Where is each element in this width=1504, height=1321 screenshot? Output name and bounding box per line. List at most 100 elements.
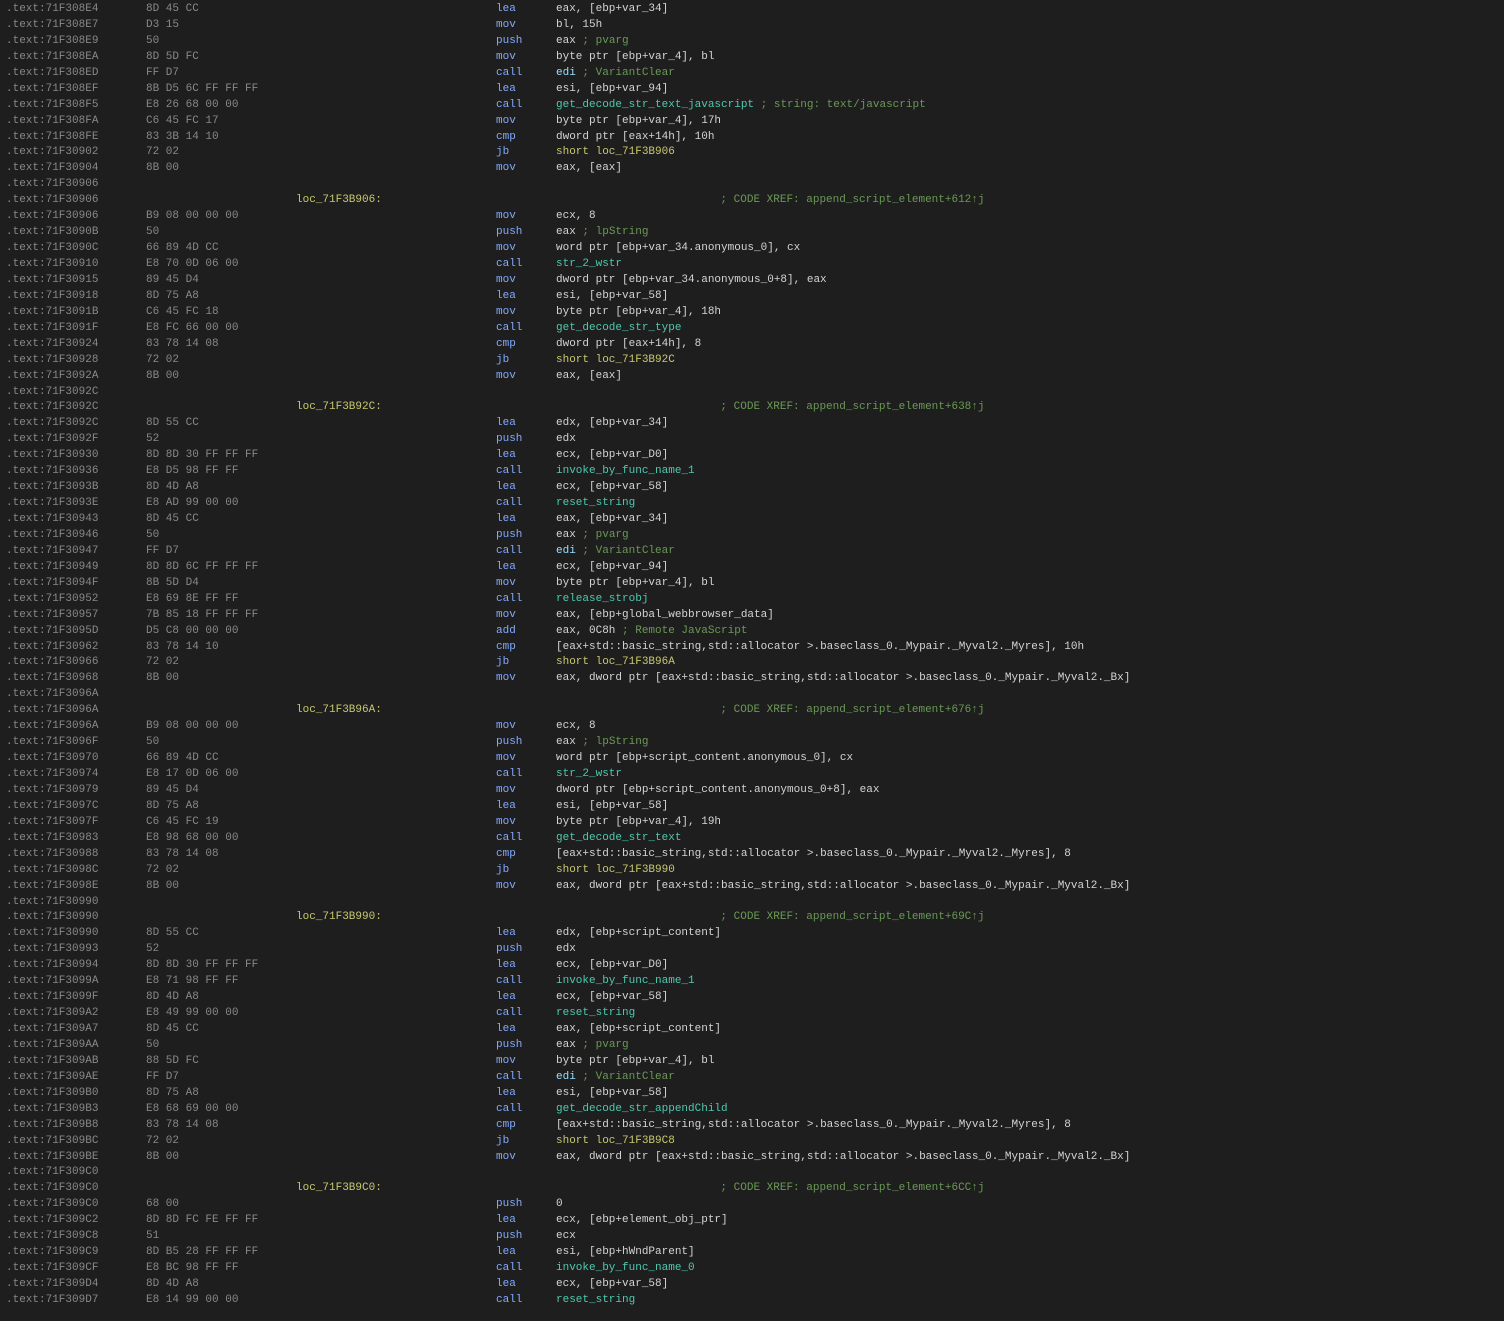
- disasm-line[interactable]: .text:71F309438D 45 CCleaeax, [ebp+var_3…: [4, 512, 1500, 528]
- disasm-line[interactable]: .text:71F309C851pushecx: [4, 1229, 1500, 1245]
- disasm-line[interactable]: .text:71F3096F50pusheax ; lpString: [4, 735, 1500, 751]
- disasm-line[interactable]: .text:71F308EF8B D5 6C FF FF FFleaesi, […: [4, 82, 1500, 98]
- disasm-line[interactable]: .text:71F3097989 45 D4movdword ptr [ebp+…: [4, 783, 1500, 799]
- bytes-col: 83 78 14 08: [146, 1118, 296, 1134]
- disasm-line[interactable]: .text:71F3092483 78 14 08cmpdword ptr [e…: [4, 337, 1500, 353]
- bytes-col: 8D 4D A8: [146, 990, 296, 1006]
- disasm-line[interactable]: .text:71F3092C: [4, 385, 1500, 401]
- disasm-line[interactable]: .text:71F3099352pushedx: [4, 942, 1500, 958]
- disasm-line[interactable]: .text:71F3098E8B 00moveax, dword ptr [ea…: [4, 879, 1500, 895]
- disasm-line[interactable]: .text:71F3096283 78 14 10cmp[eax+std::ba…: [4, 640, 1500, 656]
- disasm-line[interactable]: .text:71F309CFE8 BC 98 FF FFcallinvoke_b…: [4, 1261, 1500, 1277]
- disasm-line[interactable]: .text:71F3099F8D 4D A8leaecx, [ebp+var_5…: [4, 990, 1500, 1006]
- disasm-line[interactable]: .text:71F309B3E8 68 69 00 00callget_deco…: [4, 1102, 1500, 1118]
- disasm-line[interactable]: .text:71F308F5E8 26 68 00 00callget_deco…: [4, 98, 1500, 114]
- bytes-col: FF D7: [146, 544, 296, 560]
- disasm-line[interactable]: .text:71F308EA8D 5D FCmovbyte ptr [ebp+v…: [4, 50, 1500, 66]
- disasm-line[interactable]: .text:71F309A78D 45 CCleaeax, [ebp+scrip…: [4, 1022, 1500, 1038]
- disasm-line[interactable]: .text:71F3097066 89 4D CCmovword ptr [eb…: [4, 751, 1500, 767]
- disasm-line[interactable]: .text:71F308FE83 3B 14 10cmpdword ptr [e…: [4, 130, 1500, 146]
- disasm-line[interactable]: .text:71F3097C8D 75 A8leaesi, [ebp+var_5…: [4, 799, 1500, 815]
- disasm-line[interactable]: .text:71F309B883 78 14 08cmp[eax+std::ba…: [4, 1118, 1500, 1134]
- operands-col: eax ; pvarg: [556, 528, 1498, 544]
- disasm-line[interactable]: .text:71F30947FF D7calledi ; VariantClea…: [4, 544, 1500, 560]
- disasm-line[interactable]: .text:71F309C068 00push0: [4, 1197, 1500, 1213]
- operand-generic: [eax+std::basic_string,std::allocator >.…: [556, 1119, 1071, 1131]
- disasm-line[interactable]: .text:71F309A2E8 49 99 00 00callreset_st…: [4, 1006, 1500, 1022]
- disasm-line[interactable]: .text:71F3098883 78 14 08cmp[eax+std::ba…: [4, 847, 1500, 863]
- operand-generic: dword ptr [eax+14h], 8: [556, 338, 701, 350]
- disasm-line[interactable]: .text:71F30974E8 17 0D 06 00callstr_2_ws…: [4, 767, 1500, 783]
- disasm-line[interactable]: .text:71F30983E8 98 68 00 00callget_deco…: [4, 831, 1500, 847]
- disasm-line[interactable]: .text:71F309308D 8D 30 FF FF FFleaecx, […: [4, 448, 1500, 464]
- disasm-line[interactable]: .text:71F30906loc_71F3B906: ; CODE XREF:…: [4, 193, 1500, 209]
- disasm-line[interactable]: .text:71F3093EE8 AD 99 00 00callreset_st…: [4, 496, 1500, 512]
- disasm-line[interactable]: .text:71F30906: [4, 177, 1500, 193]
- disasm-line[interactable]: .text:71F3099AE8 71 98 FF FFcallinvoke_b…: [4, 974, 1500, 990]
- disasm-line[interactable]: .text:71F3098C72 02jbshort loc_71F3B990: [4, 863, 1500, 879]
- label-col: [296, 1197, 496, 1213]
- disasm-line[interactable]: .text:71F309908D 55 CCleaedx, [ebp+scrip…: [4, 926, 1500, 942]
- disasm-line[interactable]: .text:71F309C0: [4, 1165, 1500, 1181]
- disasm-line[interactable]: .text:71F3092C8D 55 CCleaedx, [ebp+var_3…: [4, 416, 1500, 432]
- bytes-col: D3 15: [146, 18, 296, 34]
- operands-col: dword ptr [ebp+script_content.anonymous_…: [556, 783, 1498, 799]
- mnem-col: lea: [496, 2, 556, 18]
- disasm-line[interactable]: .text:71F3093B8D 4D A8leaecx, [ebp+var_5…: [4, 480, 1500, 496]
- disasm-line[interactable]: .text:71F3097FC6 45 FC 19movbyte ptr [eb…: [4, 815, 1500, 831]
- operands-col: byte ptr [ebp+var_4], 18h: [556, 305, 1498, 321]
- disasm-line[interactable]: .text:71F309498D 8D 6C FF FF FFleaecx, […: [4, 560, 1500, 576]
- disasm-line[interactable]: .text:71F30990: [4, 895, 1500, 911]
- bytes-col: [146, 910, 296, 926]
- disasm-line[interactable]: .text:71F3091589 45 D4movdword ptr [ebp+…: [4, 273, 1500, 289]
- disasm-line[interactable]: .text:71F309948D 8D 30 FF FF FFleaecx, […: [4, 958, 1500, 974]
- bytes-col: 8B 00: [146, 369, 296, 385]
- disasm-line[interactable]: .text:71F309C98D B5 28 FF FF FFleaesi, […: [4, 1245, 1500, 1261]
- disasm-line[interactable]: .text:71F3096Aloc_71F3B96A: ; CODE XREF:…: [4, 703, 1500, 719]
- disasm-line[interactable]: .text:71F308FAC6 45 FC 17movbyte ptr [eb…: [4, 114, 1500, 130]
- disasm-line[interactable]: .text:71F309688B 00moveax, dword ptr [ea…: [4, 671, 1500, 687]
- addr-col: .text:71F3096A: [6, 719, 146, 735]
- disasm-line[interactable]: .text:71F309C28D 8D FC FE FF FFleaecx, […: [4, 1213, 1500, 1229]
- disasm-line[interactable]: .text:71F309AA50pusheax ; pvarg: [4, 1038, 1500, 1054]
- disasm-line[interactable]: .text:71F308EDFF D7calledi ; VariantClea…: [4, 66, 1500, 82]
- disasm-line[interactable]: .text:71F309B08D 75 A8leaesi, [ebp+var_5…: [4, 1086, 1500, 1102]
- disasm-line[interactable]: .text:71F3092A8B 00moveax, [eax]: [4, 369, 1500, 385]
- disasm-line[interactable]: .text:71F30910E8 70 0D 06 00callstr_2_ws…: [4, 257, 1500, 273]
- disasm-line[interactable]: .text:71F308E7D3 15movbl, 15h: [4, 18, 1500, 34]
- disasm-line[interactable]: .text:71F3091BC6 45 FC 18movbyte ptr [eb…: [4, 305, 1500, 321]
- label-col: [296, 751, 496, 767]
- disasm-line[interactable]: .text:71F309048B 00moveax, [eax]: [4, 161, 1500, 177]
- disasm-line[interactable]: .text:71F308E950pusheax ; pvarg: [4, 34, 1500, 50]
- disasm-line[interactable]: .text:71F3096672 02jbshort loc_71F3B96A: [4, 655, 1500, 671]
- disasm-line[interactable]: .text:71F3090C66 89 4D CCmovword ptr [eb…: [4, 241, 1500, 257]
- disasm-line[interactable]: .text:71F309BE8B 00moveax, dword ptr [ea…: [4, 1150, 1500, 1166]
- disasm-line[interactable]: .text:71F30906B9 08 00 00 00movecx, 8: [4, 209, 1500, 225]
- disasm-line[interactable]: .text:71F30990loc_71F3B990: ; CODE XREF:…: [4, 910, 1500, 926]
- disasm-line[interactable]: .text:71F309BC72 02jbshort loc_71F3B9C8: [4, 1134, 1500, 1150]
- disasm-line[interactable]: .text:71F30936E8 D5 98 FF FFcallinvoke_b…: [4, 464, 1500, 480]
- disasm-line[interactable]: .text:71F309D48D 4D A8leaecx, [ebp+var_5…: [4, 1277, 1500, 1293]
- disasm-line[interactable]: .text:71F309577B 85 18 FF FF FFmoveax, […: [4, 608, 1500, 624]
- disasm-line[interactable]: .text:71F309AEFF D7calledi ; VariantClea…: [4, 1070, 1500, 1086]
- disasm-line[interactable]: .text:71F3094F8B 5D D4movbyte ptr [ebp+v…: [4, 576, 1500, 592]
- disasm-line[interactable]: .text:71F30952E8 69 8E FF FFcallrelease_…: [4, 592, 1500, 608]
- disasm-line[interactable]: .text:71F309188D 75 A8leaesi, [ebp+var_5…: [4, 289, 1500, 305]
- mnem-col: lea: [496, 958, 556, 974]
- disasm-line[interactable]: .text:71F3096AB9 08 00 00 00movecx, 8: [4, 719, 1500, 735]
- disasm-line[interactable]: .text:71F3095DD5 C8 00 00 00addeax, 0C8h…: [4, 624, 1500, 640]
- disasm-line[interactable]: .text:71F3092Cloc_71F3B92C: ; CODE XREF:…: [4, 400, 1500, 416]
- addr-col: .text:71F308ED: [6, 66, 146, 82]
- disasm-line[interactable]: .text:71F3094650pusheax ; pvarg: [4, 528, 1500, 544]
- disasm-line[interactable]: .text:71F309C0loc_71F3B9C0: ; CODE XREF:…: [4, 1181, 1500, 1197]
- disasm-line[interactable]: .text:71F309D7E8 14 99 00 00callreset_st…: [4, 1293, 1500, 1309]
- disasm-line[interactable]: .text:71F3090B50pusheax ; lpString: [4, 225, 1500, 241]
- disasm-line[interactable]: .text:71F3092872 02jbshort loc_71F3B92C: [4, 353, 1500, 369]
- disasm-line[interactable]: .text:71F3091FE8 FC 66 00 00callget_deco…: [4, 321, 1500, 337]
- disasm-line[interactable]: .text:71F309AB88 5D FCmovbyte ptr [ebp+v…: [4, 1054, 1500, 1070]
- addr-col: .text:71F30968: [6, 671, 146, 687]
- disasm-line[interactable]: .text:71F3092F52pushedx: [4, 432, 1500, 448]
- disasm-line[interactable]: .text:71F308E48D 45 CCleaeax, [ebp+var_3…: [4, 2, 1500, 18]
- disasm-line[interactable]: .text:71F3090272 02jbshort loc_71F3B906: [4, 145, 1500, 161]
- disasm-line[interactable]: .text:71F3096A: [4, 687, 1500, 703]
